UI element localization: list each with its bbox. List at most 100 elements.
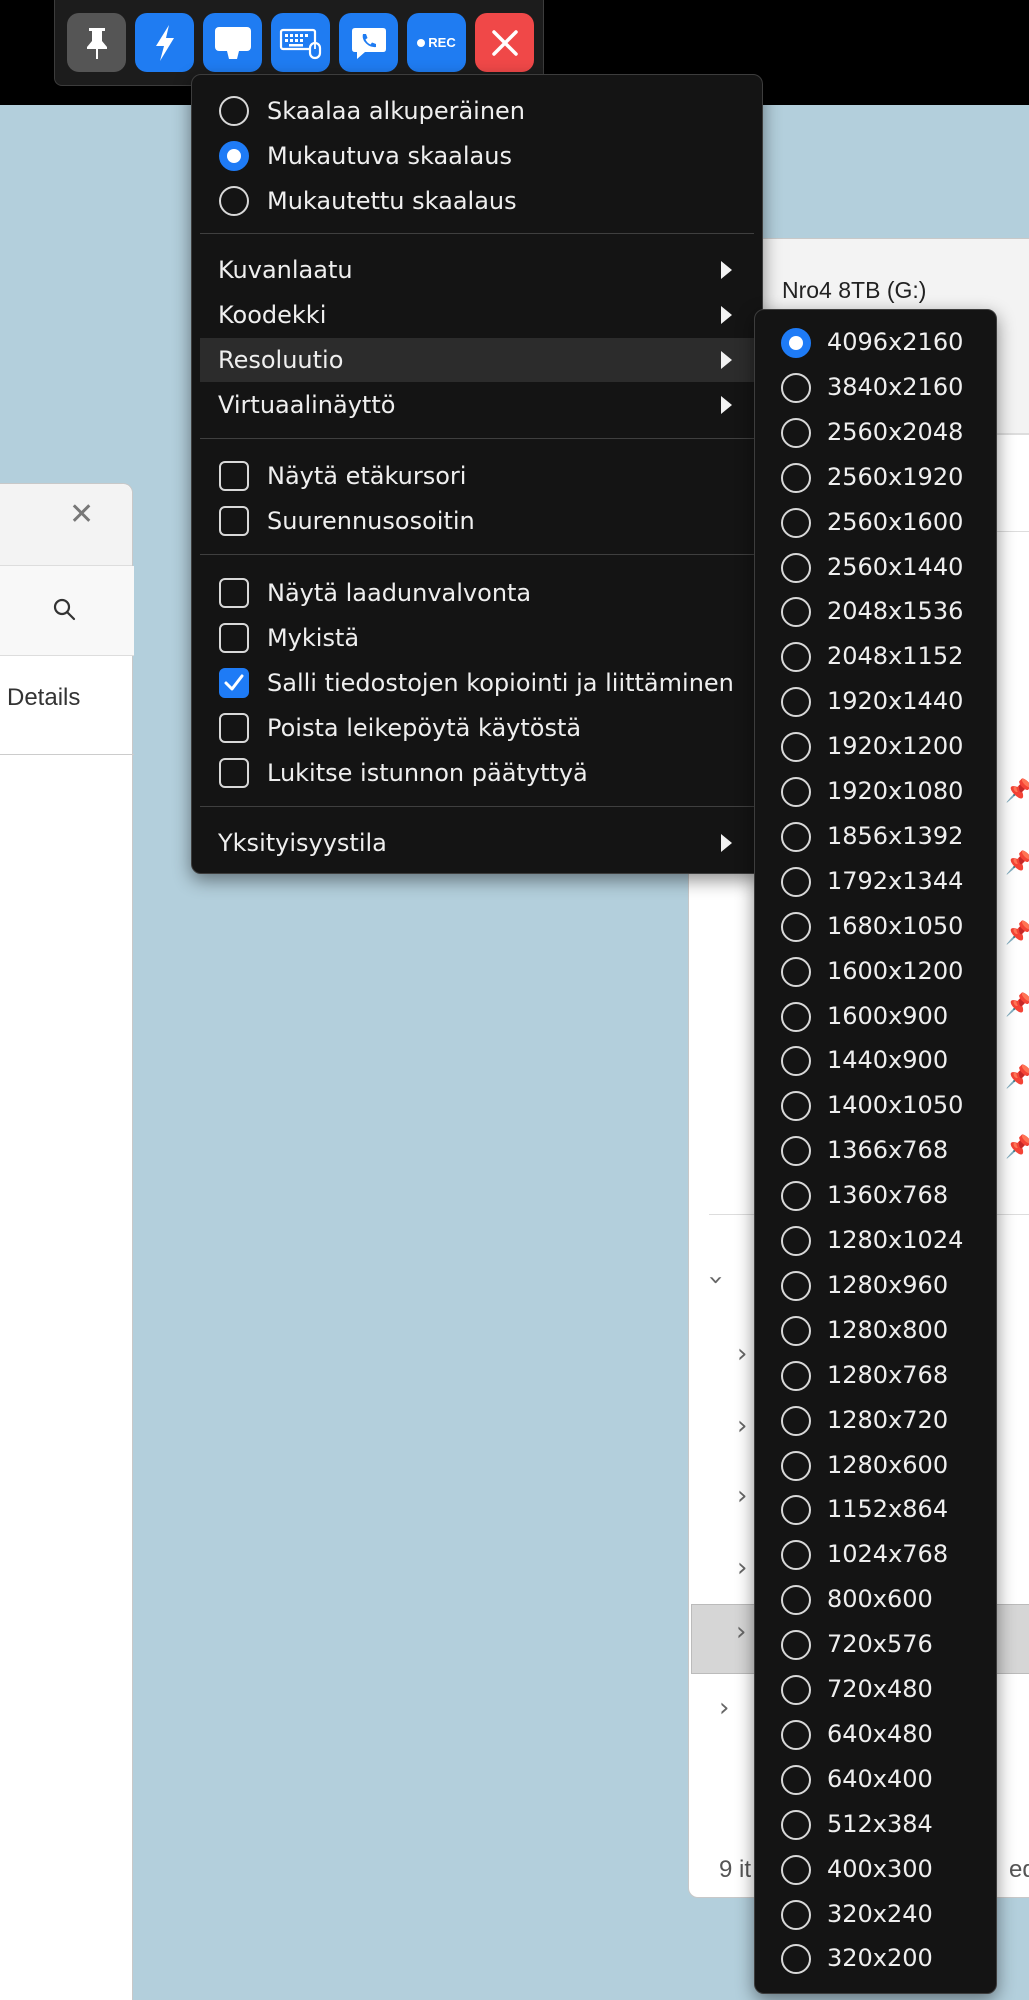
option-disable-clipboard[interactable]: Poista leikepöytä käytöstä	[192, 706, 762, 750]
option-allow-file-copy-paste[interactable]: Salli tiedostojen kopiointi ja liittämin…	[192, 661, 762, 705]
radio-button[interactable]	[781, 1315, 811, 1346]
resolution-option[interactable]: 3840x2160	[755, 367, 996, 409]
radio-button[interactable]	[781, 1540, 811, 1571]
radio-button-selected[interactable]	[219, 141, 249, 171]
resolution-option[interactable]: 1600x1200	[755, 951, 996, 993]
resolution-option[interactable]: 1280x1024	[755, 1220, 996, 1262]
chevron-right-icon[interactable]: ›	[737, 1339, 747, 1369]
chevron-right-icon[interactable]: ›	[737, 1553, 747, 1583]
resolution-option[interactable]: 1280x800	[755, 1310, 996, 1352]
radio-button[interactable]	[781, 687, 811, 718]
radio-button[interactable]	[781, 732, 811, 763]
resolution-option[interactable]: 1920x1200	[755, 726, 996, 768]
resolution-option[interactable]: 1280x720	[755, 1400, 996, 1442]
checkbox-checked[interactable]	[219, 668, 249, 698]
chat-button[interactable]	[339, 13, 398, 72]
chevron-right-icon[interactable]: ›	[719, 1693, 729, 1723]
close-button[interactable]	[475, 13, 534, 72]
resolution-option[interactable]: 2048x1152	[755, 636, 996, 678]
radio-button[interactable]	[781, 1630, 811, 1661]
resolution-option[interactable]: 2560x2048	[755, 412, 996, 454]
resolution-option[interactable]: 2560x1600	[755, 502, 996, 544]
resolution-option[interactable]: 640x480	[755, 1714, 996, 1756]
resolution-option[interactable]: 1600x900	[755, 996, 996, 1038]
resolution-option[interactable]: 400x300	[755, 1849, 996, 1891]
resolution-option[interactable]: 1280x768	[755, 1355, 996, 1397]
radio-button-selected[interactable]	[781, 328, 811, 358]
resolution-option[interactable]: 2560x1440	[755, 547, 996, 589]
keyboard-mouse-button[interactable]	[271, 13, 330, 72]
chevron-right-icon[interactable]: ›	[737, 1481, 747, 1511]
option-show-remote-cursor[interactable]: Näytä etäkursori	[192, 454, 762, 498]
radio-button[interactable]	[781, 507, 811, 538]
resolution-option[interactable]: 1366x768	[755, 1130, 996, 1172]
resolution-option[interactable]: 1280x600	[755, 1445, 996, 1487]
resolution-option[interactable]: 1360x768	[755, 1175, 996, 1217]
radio-button[interactable]	[781, 1270, 811, 1301]
radio-button[interactable]	[781, 1585, 811, 1616]
radio-button[interactable]	[781, 1675, 811, 1705]
radio-button[interactable]	[781, 597, 811, 628]
radio-button[interactable]	[781, 821, 811, 852]
resolution-option[interactable]: 1920x1080	[755, 771, 996, 813]
radio-button[interactable]	[781, 1764, 811, 1795]
option-mute[interactable]: Mykistä	[192, 616, 762, 660]
resolution-option[interactable]: 1024x768	[755, 1534, 996, 1576]
checkbox[interactable]	[219, 578, 249, 608]
resolution-option[interactable]: 1440x900	[755, 1040, 996, 1082]
resolution-option[interactable]: 1920x1440	[755, 681, 996, 723]
radio-button[interactable]	[781, 1091, 811, 1122]
radio-button[interactable]	[781, 866, 811, 897]
option-quality-monitor[interactable]: Näytä laadunvalvonta	[192, 571, 762, 615]
resolution-option[interactable]: 4096x2160	[755, 322, 996, 364]
resolution-option[interactable]: 512x384	[755, 1804, 996, 1846]
search-bar[interactable]	[0, 566, 134, 656]
radio-button[interactable]	[781, 1719, 811, 1750]
scaling-option-original[interactable]: Skaalaa alkuperäinen	[192, 89, 762, 133]
checkbox[interactable]	[219, 713, 249, 743]
option-lock-after-session[interactable]: Lukitse istunnon päätyttyä	[192, 751, 762, 795]
radio-button[interactable]	[781, 777, 811, 807]
submenu-virtual-display[interactable]: Virtuaalinäyttö	[192, 383, 762, 427]
radio-button[interactable]	[781, 1136, 811, 1167]
close-icon[interactable]: ✕	[69, 500, 94, 530]
radio-button[interactable]	[781, 642, 811, 673]
radio-button[interactable]	[781, 1046, 811, 1077]
record-button[interactable]: REC	[407, 13, 466, 72]
radio-button[interactable]	[781, 1854, 811, 1885]
radio-button[interactable]	[781, 1226, 811, 1256]
radio-button[interactable]	[781, 911, 811, 942]
radio-button[interactable]	[781, 1495, 811, 1526]
resolution-option[interactable]: 1680x1050	[755, 906, 996, 948]
radio-button[interactable]	[781, 956, 811, 987]
resolution-option[interactable]: 2560x1920	[755, 457, 996, 499]
submenu-image-quality[interactable]: Kuvanlaatu	[192, 248, 762, 292]
resolution-option[interactable]: 1400x1050	[755, 1085, 996, 1127]
display-button[interactable]	[203, 13, 262, 72]
resolution-option[interactable]: 1856x1392	[755, 816, 996, 858]
radio-button[interactable]	[781, 1405, 811, 1436]
radio-button[interactable]	[781, 552, 811, 583]
radio-button[interactable]	[781, 1360, 811, 1391]
radio-button[interactable]	[781, 1899, 811, 1930]
checkbox[interactable]	[219, 623, 249, 653]
radio-button[interactable]	[781, 417, 811, 448]
resolution-option[interactable]: 1152x864	[755, 1489, 996, 1531]
resolution-option[interactable]: 320x200	[755, 1938, 996, 1980]
radio-button[interactable]	[781, 1944, 811, 1975]
resolution-option[interactable]: 320x240	[755, 1894, 996, 1936]
checkbox[interactable]	[219, 506, 249, 536]
submenu-codec[interactable]: Koodekki	[192, 293, 762, 337]
submenu-resolution[interactable]: Resoluutio	[200, 338, 754, 382]
pin-button[interactable]	[67, 13, 126, 72]
scaling-option-adaptive[interactable]: Mukautuva skaalaus	[192, 134, 762, 178]
resolution-option[interactable]: 720x480	[755, 1669, 996, 1711]
resolution-option[interactable]: 720x576	[755, 1624, 996, 1666]
radio-button[interactable]	[781, 1181, 811, 1212]
option-magnifier[interactable]: Suurennusosoitin	[192, 499, 762, 543]
submenu-privacy-mode[interactable]: Yksityisyystila	[192, 821, 762, 865]
radio-button[interactable]	[219, 186, 249, 216]
chevron-right-icon[interactable]: ›	[737, 1411, 747, 1441]
resolution-option[interactable]: 1792x1344	[755, 861, 996, 903]
details-tab[interactable]: Details	[7, 684, 80, 712]
